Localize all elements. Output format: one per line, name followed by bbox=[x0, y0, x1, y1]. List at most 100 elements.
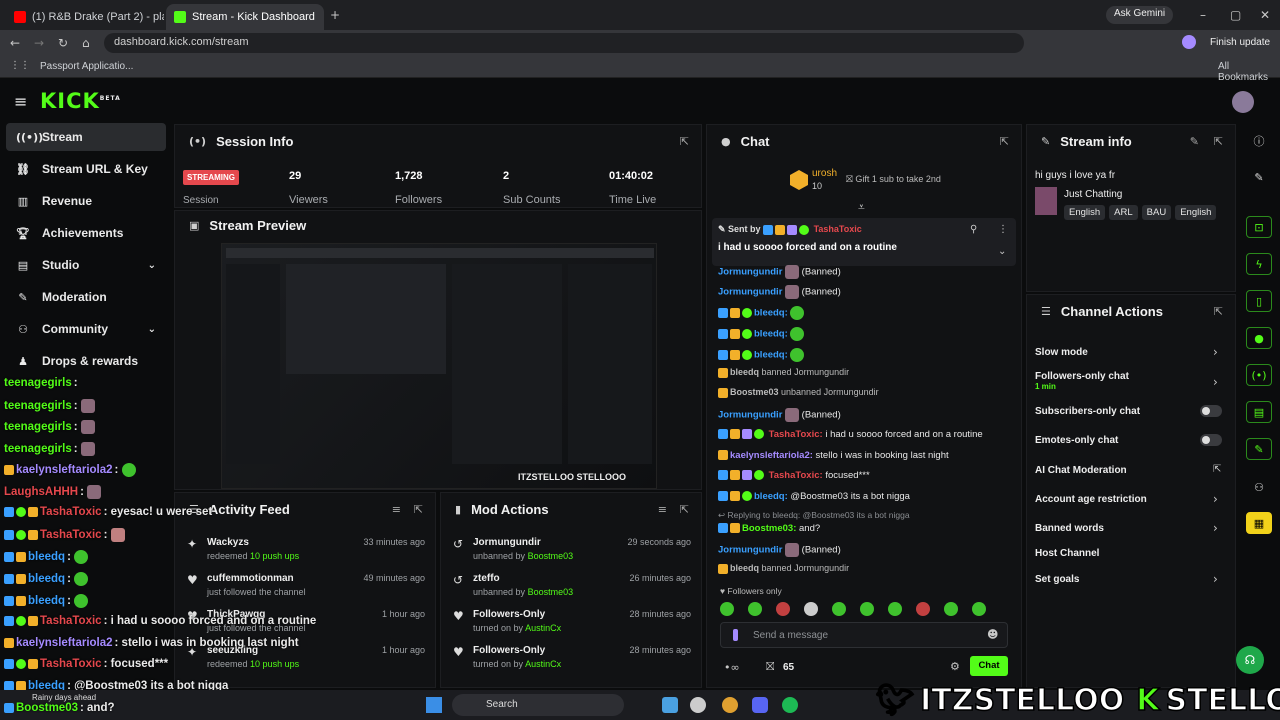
chat-input[interactable]: Send a message ☻ bbox=[720, 622, 1008, 648]
tab-youtube[interactable]: (1) R&B Drake (Part 2) - playlist bbox=[6, 4, 164, 30]
sidebar-item-community[interactable]: ⚇ Community ⌄ bbox=[6, 315, 166, 343]
action-ai-moderation[interactable]: AI Chat Moderation bbox=[1035, 465, 1127, 476]
chevron-right-icon[interactable]: › bbox=[1213, 572, 1218, 586]
tab-kick-dashboard[interactable]: Stream - Kick Dashboard bbox=[166, 4, 324, 30]
wrench-icon[interactable]: ✎ bbox=[1246, 438, 1272, 460]
profile-avatar[interactable] bbox=[1182, 35, 1196, 49]
sidebar-item-moderation[interactable]: ✎ Moderation bbox=[6, 283, 166, 311]
action-set-goals[interactable]: Set goals bbox=[1035, 574, 1079, 585]
more-icon[interactable]: ⋮ bbox=[998, 224, 1008, 235]
action-slow-mode[interactable]: Slow mode bbox=[1035, 347, 1088, 358]
popout-icon[interactable]: ⇱ bbox=[1000, 135, 1009, 148]
finish-update-button[interactable]: Finish update bbox=[1210, 37, 1270, 48]
emotes-only-toggle[interactable] bbox=[1200, 434, 1222, 446]
gift-sub-cta[interactable]: ⛝ Gift 1 sub to take 2nd bbox=[846, 174, 941, 185]
unpin-icon[interactable]: ⚲ bbox=[970, 224, 977, 235]
pinned-message[interactable]: ✎ Sent by TashaToxic i had u soooo force… bbox=[712, 218, 1016, 266]
back-icon[interactable]: ← bbox=[10, 36, 20, 50]
maximize-icon[interactable]: ▢ bbox=[1230, 8, 1241, 22]
popout-icon[interactable]: ⇱ bbox=[414, 503, 423, 516]
broadcast-icon: ((•)) bbox=[16, 130, 44, 144]
heart-icon: ♥ bbox=[453, 645, 464, 659]
gift-icon[interactable]: ⛝ bbox=[766, 660, 774, 674]
external-link-icon[interactable]: ⇱ bbox=[1213, 464, 1221, 475]
server-icon[interactable]: ▤ bbox=[1246, 401, 1272, 423]
menu-icon[interactable]: ≡ bbox=[14, 92, 27, 111]
mic-icon bbox=[733, 629, 738, 641]
mod-actions-panel: ▮ Mod Actions ≡ ⇱ ↺ Jormungundir unbanned b… bbox=[440, 492, 702, 688]
overlay-chat-line: TashaToxic: eyesac! u were set bbox=[4, 506, 212, 518]
chevron-right-icon[interactable]: › bbox=[1213, 345, 1218, 359]
sidebar-item-stream-url[interactable]: ⛓ Stream URL & Key bbox=[6, 155, 166, 183]
action-host-channel[interactable]: Host Channel bbox=[1035, 548, 1099, 559]
action-banned-words[interactable]: Banned words bbox=[1035, 523, 1104, 534]
popout-icon[interactable]: ⇱ bbox=[1214, 135, 1223, 148]
home-icon[interactable]: ⌂ bbox=[82, 36, 90, 50]
sidebar-item-drops[interactable]: ♟ Drops & rewards bbox=[6, 347, 166, 375]
filter-icon[interactable]: ≡ bbox=[392, 503, 401, 516]
emote-bar[interactable] bbox=[720, 600, 1010, 616]
followers-only-indicator: ♥ Followers only bbox=[720, 586, 782, 596]
action-followers-only[interactable]: Followers-only chat 1 min bbox=[1035, 371, 1129, 391]
send-chat-button[interactable]: Chat bbox=[970, 656, 1008, 676]
sidebar-item-achievements[interactable]: 🏆︎ Achievements bbox=[6, 219, 166, 247]
edit-icon[interactable]: ✎ bbox=[1246, 166, 1272, 188]
new-tab-icon[interactable]: + bbox=[330, 8, 340, 22]
chevron-right-icon[interactable]: › bbox=[1213, 375, 1218, 389]
ask-gemini-button[interactable]: Ask Gemini bbox=[1106, 6, 1174, 24]
action-subscribers-only[interactable]: Subscribers-only chat bbox=[1035, 406, 1140, 417]
apps-icon[interactable]: ⋮⋮ bbox=[10, 60, 30, 71]
sidebar-item-stream[interactable]: ((•)) Stream bbox=[6, 123, 166, 151]
popout-icon[interactable]: ⇱ bbox=[1214, 305, 1223, 318]
subscribers-only-toggle[interactable] bbox=[1200, 405, 1222, 417]
kick-logo[interactable]: KICKBETA bbox=[40, 89, 121, 113]
capture-icon[interactable]: ⊡ bbox=[1246, 216, 1272, 238]
taskbar-search[interactable]: Search bbox=[452, 694, 624, 716]
chat-message: bleedq: bbox=[718, 348, 805, 362]
windows-start-icon[interactable] bbox=[426, 697, 442, 713]
lightning-icon[interactable]: ϟ bbox=[1246, 253, 1272, 275]
edit-icon[interactable]: ✎ bbox=[1190, 135, 1199, 148]
sidebar-item-studio[interactable]: ▤ Studio ⌄ bbox=[6, 251, 166, 279]
taskbar-app-icon[interactable] bbox=[690, 697, 706, 713]
user-avatar[interactable] bbox=[1232, 91, 1254, 113]
streaming-badge: STREAMING bbox=[183, 170, 239, 185]
sidebar-item-revenue[interactable]: ▥ Revenue bbox=[6, 187, 166, 215]
weather-widget[interactable]: Rainy days ahead bbox=[32, 693, 96, 702]
reload-icon[interactable]: ↻ bbox=[58, 36, 68, 50]
document-icon[interactable]: ▯ bbox=[1246, 290, 1272, 312]
spotify-icon[interactable] bbox=[782, 697, 798, 713]
close-icon[interactable]: ✕ bbox=[1260, 8, 1270, 22]
action-emotes-only[interactable]: Emotes-only chat bbox=[1035, 435, 1118, 446]
overlay-chat-line: TashaToxic: i had u soooo forced and on … bbox=[4, 615, 316, 627]
chevron-down-icon[interactable]: ⌄ bbox=[998, 246, 1006, 257]
infinity-icon[interactable]: •∞ bbox=[724, 661, 740, 674]
discord-icon[interactable] bbox=[752, 697, 768, 713]
popout-icon[interactable]: ⇱ bbox=[680, 503, 689, 516]
bookmark-passport[interactable]: Passport Applicatio... bbox=[40, 61, 133, 72]
info-icon[interactable]: ⓘ bbox=[1246, 130, 1272, 152]
list-item: ↺ zteffo unbanned by Boostme03 26 minutes a… bbox=[453, 573, 691, 597]
link-icon: ⛓ bbox=[16, 162, 30, 176]
support-icon[interactable]: ☊ bbox=[1236, 646, 1264, 674]
filter-icon[interactable]: ≡ bbox=[658, 503, 667, 516]
overlay-chat-line: teenagegirls: bbox=[4, 399, 95, 413]
minimize-icon[interactable]: – bbox=[1200, 8, 1206, 22]
chat-bubble-icon[interactable]: ● bbox=[1246, 327, 1272, 349]
chrome-icon[interactable] bbox=[722, 697, 738, 713]
popout-icon[interactable]: ⇱ bbox=[680, 135, 689, 148]
address-bar[interactable]: dashboard.kick.com/stream bbox=[104, 33, 1024, 53]
community-icon[interactable]: ⚇ bbox=[1246, 476, 1272, 498]
sticker-icon[interactable]: ▦ bbox=[1246, 512, 1272, 534]
chevron-right-icon[interactable]: › bbox=[1213, 492, 1218, 506]
forward-icon[interactable]: → bbox=[34, 36, 44, 50]
reply-context: ↩ Replying to bleedq: @Boostme03 its a b… bbox=[718, 510, 910, 520]
chevron-down-icon[interactable]: ⩡ bbox=[858, 200, 865, 215]
emoji-icon[interactable]: ☻ bbox=[987, 628, 998, 641]
action-account-age[interactable]: Account age restriction bbox=[1035, 494, 1147, 505]
chevron-right-icon[interactable]: › bbox=[1213, 521, 1218, 535]
broadcast-icon[interactable]: (•) bbox=[1246, 364, 1272, 386]
settings-icon[interactable]: ⚙ bbox=[950, 660, 960, 673]
taskbar-app-icon[interactable] bbox=[662, 697, 678, 713]
stream-video[interactable]: ITZSTELLOO STELLOOO bbox=[221, 243, 657, 489]
